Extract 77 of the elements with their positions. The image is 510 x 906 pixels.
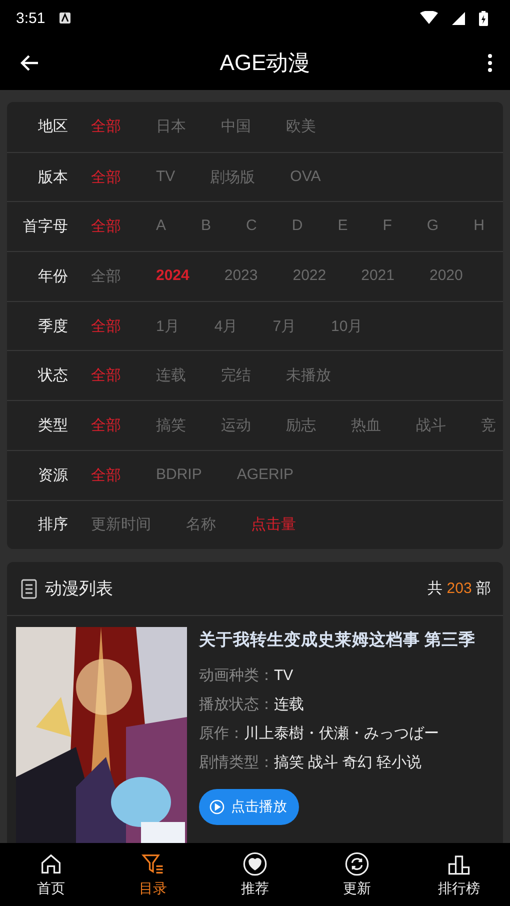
filter-label: 季度 [37, 316, 68, 336]
nav-tab[interactable]: 推荐 [204, 843, 306, 906]
filter-option[interactable]: 2021 [361, 266, 394, 286]
battery-icon [479, 10, 488, 26]
refresh-icon [344, 851, 370, 877]
anime-detail: 原作：川上泰樹・伏瀬・みっつばー [199, 724, 440, 744]
filter-option[interactable]: 全部 [91, 466, 121, 485]
nav-tab[interactable]: 首页 [0, 843, 102, 906]
filter-option[interactable]: 热血 [351, 416, 381, 435]
filter-label: 状态 [36, 366, 68, 386]
filter-option[interactable]: 完结 [221, 366, 251, 386]
filter-option[interactable]: 竞 [481, 416, 496, 435]
filter-option[interactable]: D [292, 217, 303, 236]
filter-label: 排序 [37, 515, 68, 534]
wifi-icon [420, 11, 438, 25]
filter-option[interactable]: 剧场版 [210, 168, 256, 187]
nav-tab[interactable]: 目录 [102, 843, 204, 906]
filter-option[interactable]: 名称 [186, 515, 216, 534]
filter-option[interactable]: 全部 [91, 416, 121, 435]
filter-option[interactable]: 连载 [156, 366, 186, 386]
filter-option[interactable]: H [474, 217, 484, 236]
filter-option[interactable]: E [338, 217, 348, 236]
filter-option[interactable]: 未播放 [286, 366, 331, 386]
status-time: 3:51 [16, 10, 46, 26]
anime-detail: 动画种类：TV [199, 666, 294, 686]
filter-option[interactable]: 1月 [156, 316, 180, 336]
list-count: 共 203 部 [428, 579, 491, 598]
anime-detail: 剧情类型：搞笑 战斗 奇幻 轻小说 [199, 753, 423, 774]
filter-label: 首字母 [22, 217, 68, 236]
filter-option[interactable]: 中国 [221, 117, 251, 136]
anime-title[interactable]: 关于我转生变成史莱姆这档事 第三季 [199, 629, 476, 652]
filter-option[interactable]: 搞笑 [156, 416, 186, 435]
filter-label: 地区 [37, 117, 68, 136]
filter-label: 版本 [37, 168, 68, 187]
signal-icon [452, 12, 465, 24]
filter-option[interactable]: 更新时间 [91, 515, 151, 534]
filter-option[interactable]: F [382, 217, 392, 236]
nav-tab[interactable]: 排行榜 [408, 843, 510, 906]
filter-option[interactable]: 全部 [91, 316, 121, 336]
document-icon [21, 578, 37, 599]
filter-option[interactable]: 欧美 [286, 117, 316, 136]
filter-option[interactable]: 2022 [292, 266, 326, 286]
filter-option[interactable]: 励志 [286, 416, 316, 435]
filter-label: 资源 [37, 466, 68, 485]
filter-option[interactable]: 全部 [91, 266, 121, 286]
filter-option[interactable]: 日本 [156, 117, 186, 136]
filter-option[interactable]: TV [156, 168, 176, 187]
filter-option[interactable]: 7月 [272, 316, 296, 336]
filter-option[interactable]: 全部 [91, 217, 121, 236]
filter-option[interactable]: 2023 [224, 266, 258, 286]
notification-icon [59, 12, 72, 24]
filter-option[interactable]: C [246, 217, 257, 236]
filter-option[interactable]: 10月 [331, 316, 363, 336]
filter-option[interactable]: 4月 [214, 316, 238, 336]
filter-label: 类型 [37, 416, 68, 435]
filter-option[interactable]: G [426, 217, 439, 236]
filter-option[interactable]: 全部 [91, 168, 121, 187]
nav-tab[interactable]: 更新 [306, 843, 408, 906]
filter-option[interactable]: 全部 [91, 366, 121, 386]
filter-option[interactable]: AGERIP [236, 466, 294, 485]
more-vertical-icon [488, 54, 492, 72]
list-title: 动漫列表 [45, 578, 113, 600]
play-button[interactable]: 点击播放 [199, 789, 299, 826]
filter-option[interactable]: 运动 [221, 416, 251, 435]
filter-option[interactable]: BDRIP [156, 466, 202, 485]
filter-option[interactable]: 战斗 [416, 416, 446, 435]
app-title: AGE动漫 [218, 49, 312, 77]
filter-option[interactable]: OVA [290, 168, 321, 187]
filter-option[interactable]: 全部 [91, 117, 121, 136]
anime-detail: 播放状态：连载 [199, 695, 305, 716]
filter-option[interactable]: 点击量 [251, 515, 296, 534]
filter-label: 年份 [37, 266, 68, 286]
play-icon [209, 799, 225, 816]
filter-option[interactable]: A [156, 217, 166, 236]
filter-option[interactable]: 2020 [430, 266, 463, 286]
filter-option[interactable]: 2024 [156, 266, 190, 286]
filter-option[interactable]: B [201, 217, 212, 236]
